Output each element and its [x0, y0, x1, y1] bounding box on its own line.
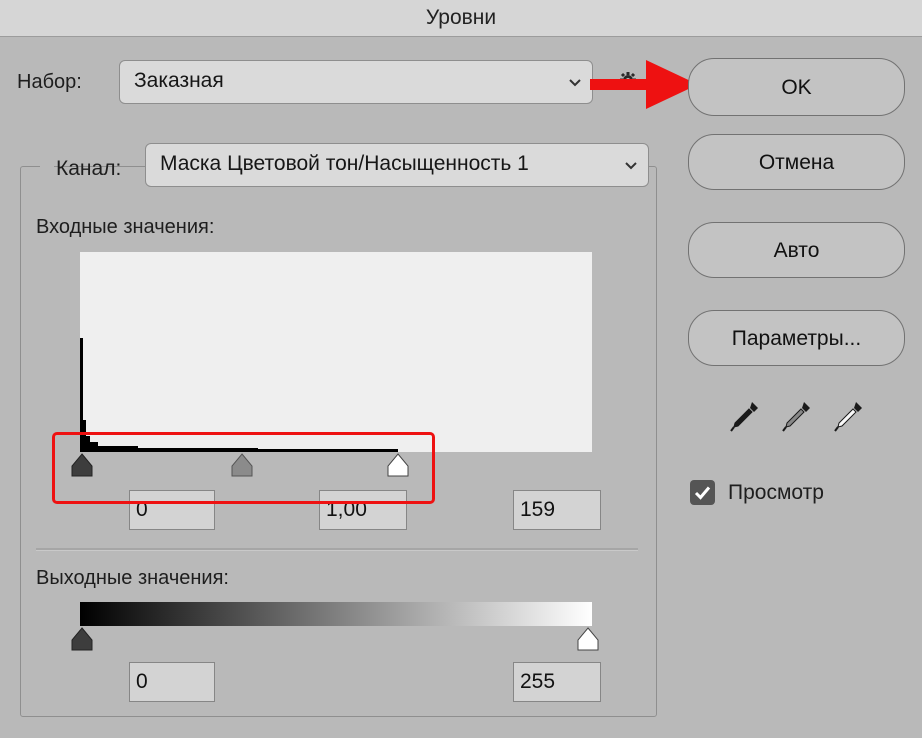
input-white-field[interactable]: 159 — [513, 490, 601, 530]
window-title: Уровни — [0, 0, 922, 37]
gray-eyedropper-icon[interactable] — [780, 400, 812, 434]
chevron-down-icon — [568, 61, 582, 103]
auto-button[interactable]: Авто — [688, 222, 905, 278]
preset-label: Набор: — [17, 71, 82, 93]
preset-value: Заказная — [134, 69, 224, 92]
preview-label: Просмотр — [728, 481, 824, 504]
options-button[interactable]: Параметры... — [688, 310, 905, 366]
output-white-field[interactable]: 255 — [513, 662, 601, 702]
output-gradient-bar — [80, 602, 592, 626]
histogram — [80, 252, 592, 452]
separator — [36, 548, 638, 551]
cancel-button[interactable]: Отмена — [688, 134, 905, 190]
preset-select[interactable]: Заказная — [119, 60, 593, 104]
channel-label: Канал: — [56, 157, 122, 180]
white-eyedropper-icon[interactable] — [832, 400, 864, 434]
group-box-notch — [40, 158, 54, 174]
input-levels-label: Входные значения: — [36, 216, 215, 238]
checkmark-icon — [694, 486, 711, 500]
chevron-down-icon — [624, 144, 638, 186]
ok-button[interactable]: OK — [688, 58, 905, 116]
black-eyedropper-icon[interactable] — [728, 400, 760, 434]
highlight-annotation — [52, 432, 435, 504]
channel-select[interactable]: Маска Цветовой тон/Насыщенность 1 — [145, 143, 649, 187]
output-black-slider[interactable] — [70, 626, 94, 652]
preview-checkbox[interactable] — [690, 480, 715, 505]
arrow-annotation — [590, 56, 700, 116]
output-white-slider[interactable] — [576, 626, 600, 652]
output-levels-label: Выходные значения: — [36, 567, 229, 589]
channel-value: Маска Цветовой тон/Насыщенность 1 — [160, 152, 529, 175]
output-black-field[interactable]: 0 — [129, 662, 215, 702]
